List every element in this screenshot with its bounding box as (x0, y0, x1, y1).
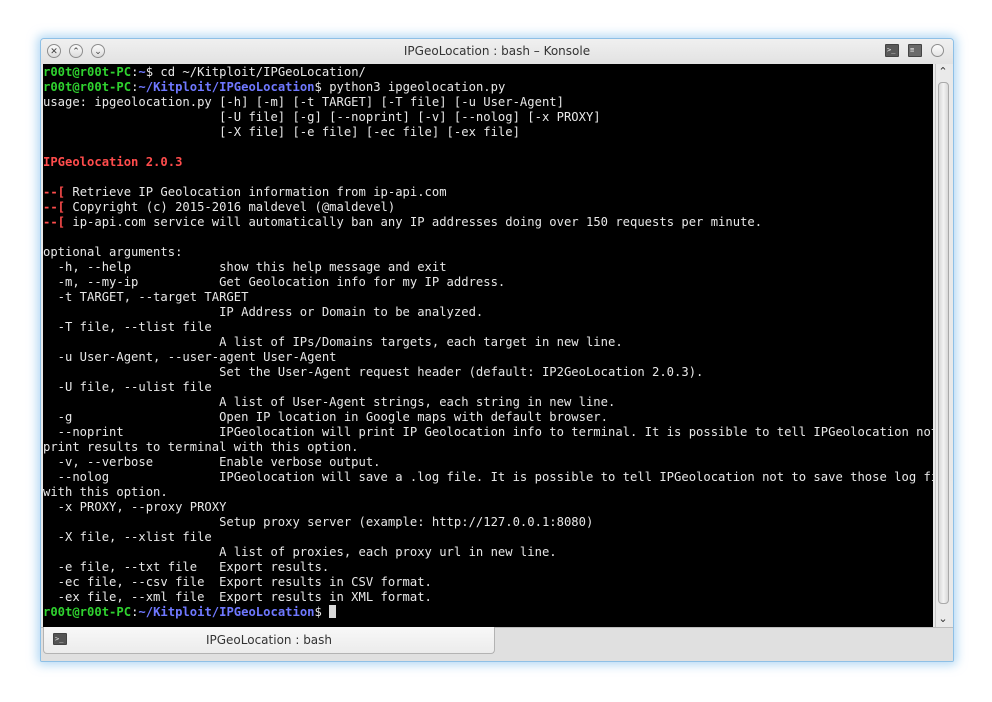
terminal-line: A list of proxies, each proxy url in new… (43, 545, 557, 559)
terminal-line: [-X file] [-e file] [-ec file] [-ex file… (43, 125, 520, 139)
terminal-line: -u User-Agent, --user-agent User-Agent (43, 350, 337, 364)
prompt-path: ~ (138, 65, 146, 79)
output-text: $ cd ~/Kitploit/IPGeoLocation/ (145, 65, 366, 79)
banner-text: --[ (43, 185, 66, 199)
prompt-user: r00t@r00t-PC (43, 605, 132, 619)
output-text: ip-api.com service will automatically ba… (65, 215, 763, 229)
output-text: -e file, --txt file Export results. (43, 560, 330, 574)
output-text: -T file, --tlist file (43, 320, 212, 334)
terminal-line: -x PROXY, --proxy PROXY (43, 500, 227, 514)
terminal-line: -ex file, --xml file Export results in X… (43, 590, 432, 604)
scrollbar-thumb[interactable] (938, 82, 949, 604)
terminal-line: A list of User-Agent strings, each strin… (43, 395, 615, 409)
terminal-line: IPGeolocation 2.0.3 (43, 155, 182, 169)
terminal-line: IP Address or Domain to be analyzed. (43, 305, 483, 319)
terminal-line: r00t@r00t-PC:~/Kitploit/IPGeoLocation$ p… (43, 80, 505, 94)
terminal-line: --[ Retrieve IP Geolocation information … (43, 185, 447, 199)
output-text: A list of IPs/Domains targets, each targ… (43, 335, 623, 349)
output-text: $ (314, 605, 330, 619)
output-text: -u User-Agent, --user-agent User-Agent (43, 350, 337, 364)
text-cursor (329, 605, 337, 618)
banner-text: --[ (43, 200, 66, 214)
window-title: IPGeoLocation : bash – Konsole (403, 44, 591, 58)
output-text: Set the User-Agent request header (defau… (43, 365, 704, 379)
terminal-view[interactable]: r00t@r00t-PC:~$ cd ~/Kitploit/IPGeoLocat… (43, 64, 953, 627)
terminal-line: -m, --my-ip Get Geolocation info for my … (43, 275, 506, 289)
terminal-line: Set the User-Agent request header (defau… (43, 365, 703, 379)
terminal-line: print results to terminal with this opti… (43, 440, 359, 454)
terminal-line: --noprint IPGeolocation will print IP Ge… (43, 425, 954, 439)
terminal-line: with this option. (43, 485, 168, 499)
terminal-line: -ec file, --csv file Export results in C… (43, 575, 432, 589)
terminal-line: r00t@r00t-PC:~/Kitploit/IPGeoLocation$ (43, 605, 337, 619)
title-bar[interactable]: ✕ ⌃ ⌄ IPGeoLocation : bash – Konsole >_ … (41, 39, 953, 64)
output-text: --noprint IPGeolocation will print IP Ge… (43, 425, 954, 439)
output-text: -U file, --ulist file (43, 380, 212, 394)
scroll-down-icon[interactable]: ⌄ (936, 612, 950, 626)
output-text: --nolog IPGeolocation will save a .log f… (43, 470, 954, 484)
output-text: -ex file, --xml file Export results in X… (43, 590, 432, 604)
prompt-path: ~/Kitploit/IPGeoLocation (138, 605, 315, 619)
output-text: A list of proxies, each proxy url in new… (43, 545, 557, 559)
terminal-line: A list of IPs/Domains targets, each targ… (43, 335, 623, 349)
output-text: usage: ipgeolocation.py [-h] [-m] [-t TA… (43, 95, 564, 109)
output-text: -m, --my-ip Get Geolocation info for my … (43, 275, 506, 289)
output-text: $ python3 ipgeolocation.py (314, 80, 506, 94)
options-icon[interactable] (931, 44, 944, 57)
output-text: -t TARGET, --target TARGET (43, 290, 249, 304)
output-text: -h, --help show this help message and ex… (43, 260, 447, 274)
output-text: Setup proxy server (example: http://127.… (43, 515, 594, 529)
prompt-user: r00t@r00t-PC (43, 65, 132, 79)
terminal-line: optional arguments: (43, 245, 182, 259)
tab-label: IPGeoLocation : bash (205, 633, 333, 647)
output-text: with this option. (43, 485, 168, 499)
scrollbar[interactable]: ⌃ ⌄ (935, 64, 950, 627)
banner-text: --[ (43, 215, 66, 229)
terminal-line: r00t@r00t-PC:~$ cd ~/Kitploit/IPGeoLocat… (43, 65, 366, 79)
terminal-line: --nolog IPGeolocation will save a .log f… (43, 470, 954, 484)
output-text: optional arguments: (43, 245, 183, 259)
output-text: IP Address or Domain to be analyzed. (43, 305, 484, 319)
output-text: [-X file] [-e file] [-ec file] [-ex file… (43, 125, 520, 139)
terminal-line: usage: ipgeolocation.py [-h] [-m] [-t TA… (43, 95, 564, 109)
terminal-line: -T file, --tlist file (43, 320, 212, 334)
terminal-line: Setup proxy server (example: http://127.… (43, 515, 593, 529)
terminal-line: -v, --verbose Enable verbose output. (43, 455, 381, 469)
terminal-line: -h, --help show this help message and ex… (43, 260, 447, 274)
output-text: -ec file, --csv file Export results in C… (43, 575, 432, 589)
banner-text: IPGeolocation 2.0.3 (43, 155, 183, 169)
output-text: Copyright (c) 2015-2016 maldevel (@malde… (65, 200, 396, 214)
terminal-line: -U file, --ulist file (43, 380, 212, 394)
tab-bar: >_ IPGeoLocation : bash (41, 627, 953, 661)
prompt-path: ~/Kitploit/IPGeoLocation (138, 80, 315, 94)
output-text: -g Open IP location in Google maps with … (43, 410, 608, 424)
output-text: [-U file] [-g] [--noprint] [-v] [--nolog… (43, 110, 601, 124)
output-text: A list of User-Agent strings, each strin… (43, 395, 616, 409)
output-text: -X file, --xlist file (43, 530, 212, 544)
output-text: Retrieve IP Geolocation information from… (65, 185, 447, 199)
terminal-line: -X file, --xlist file (43, 530, 212, 544)
terminal-line: -g Open IP location in Google maps with … (43, 410, 608, 424)
menu-icon[interactable]: ≡ (908, 44, 922, 57)
terminal-line: --[ ip-api.com service will automaticall… (43, 215, 762, 229)
konsole-window: ✕ ⌃ ⌄ IPGeoLocation : bash – Konsole >_ … (40, 38, 954, 662)
terminal-icon[interactable]: >_ (885, 44, 899, 57)
output-text: print results to terminal with this opti… (43, 440, 359, 454)
terminal-line: --[ Copyright (c) 2015-2016 maldevel (@m… (43, 200, 395, 214)
prompt-user: r00t@r00t-PC (43, 80, 132, 94)
terminal-line: [-U file] [-g] [--noprint] [-v] [--nolog… (43, 110, 601, 124)
scroll-up-icon[interactable]: ⌃ (936, 65, 950, 79)
terminal-line: -t TARGET, --target TARGET (43, 290, 249, 304)
tab-ipgeolocation-bash[interactable]: >_ IPGeoLocation : bash (43, 627, 495, 654)
terminal-line: -e file, --txt file Export results. (43, 560, 330, 574)
terminal-output[interactable]: r00t@r00t-PC:~$ cd ~/Kitploit/IPGeoLocat… (43, 65, 954, 620)
output-text: -x PROXY, --proxy PROXY (43, 500, 227, 514)
output-text: -v, --verbose Enable verbose output. (43, 455, 381, 469)
